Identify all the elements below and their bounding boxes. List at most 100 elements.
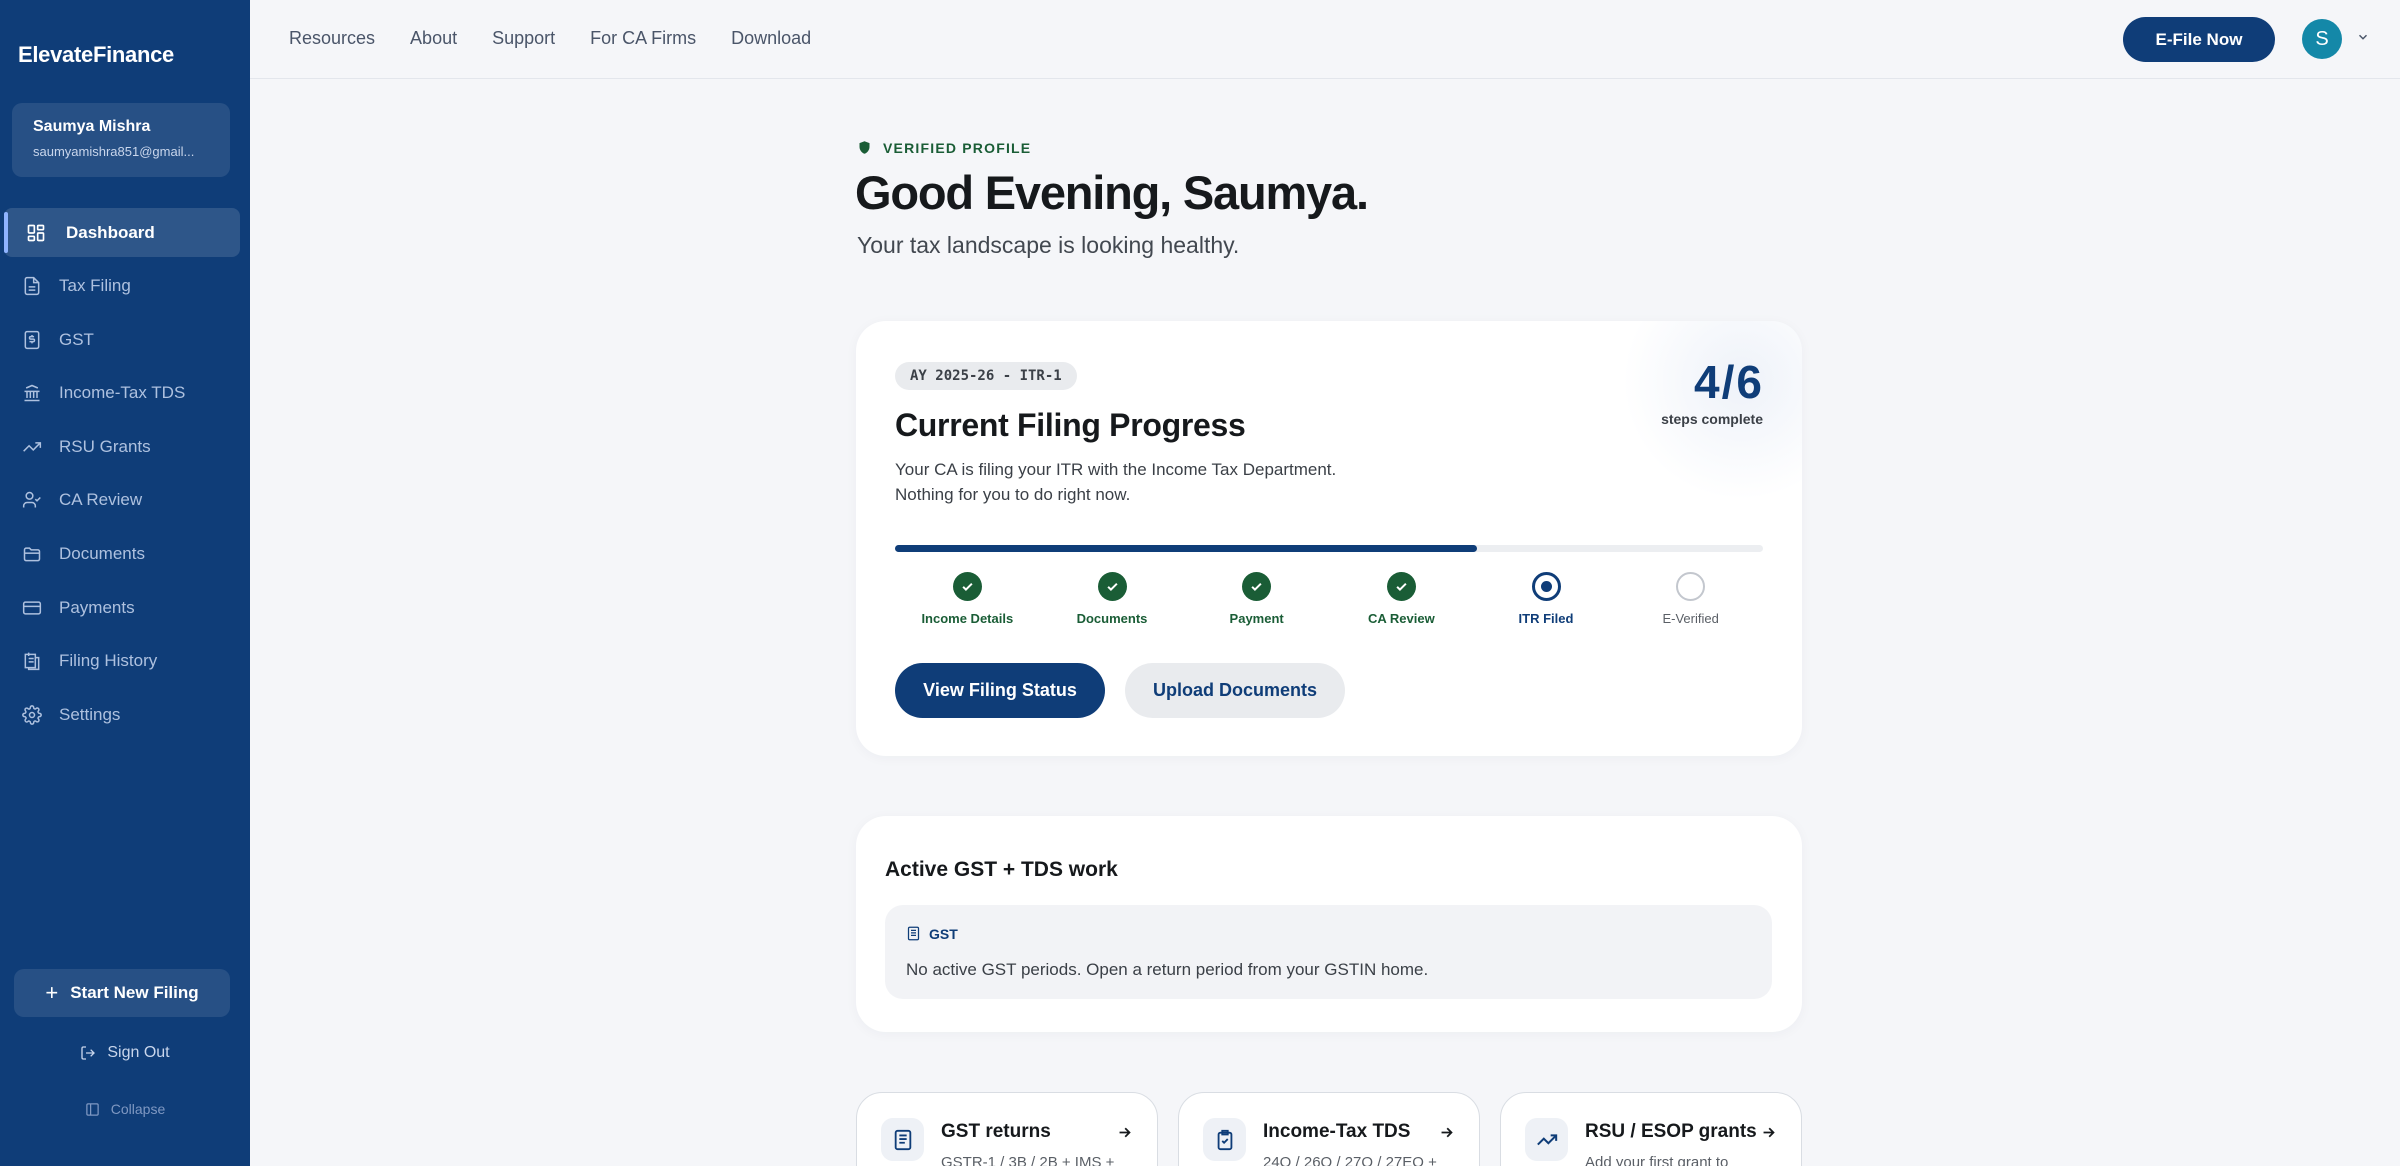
nav-link-about[interactable]: About	[410, 28, 457, 49]
check-icon	[1097, 572, 1127, 601]
sidebar-item-label: Filing History	[59, 651, 158, 671]
collapse-button[interactable]: Collapse	[0, 1101, 250, 1117]
sidebar-item-ca-review[interactable]: CA Review	[4, 476, 240, 525]
nav-link-support[interactable]: Support	[492, 28, 555, 49]
assessment-year-badge: AY 2025-26 - ITR-1	[895, 362, 1077, 390]
arrow-right-icon	[1441, 1127, 1453, 1138]
e-file-now-button[interactable]: E-File Now	[2123, 17, 2275, 62]
steps-count-label: steps complete	[1661, 411, 1763, 427]
folder-icon	[23, 547, 41, 562]
income-tax-tds-card[interactable]: Income-Tax TDS 24Q / 26Q / 27Q / 27EQ +	[1178, 1092, 1480, 1166]
progress-step-label: Payment	[1229, 611, 1284, 626]
progress-step: CA Review	[1341, 572, 1461, 626]
gst-tds-title: Active GST + TDS work	[885, 858, 1118, 881]
gst-empty-message: No active GST periods. Open a return per…	[906, 960, 1429, 979]
arrow-right-icon	[1119, 1127, 1131, 1138]
progress-step: Documents	[1052, 572, 1172, 626]
card-subtitle: Add your first grant to	[1585, 1154, 1729, 1166]
gst-tds-card: Active GST + TDS work GST No active GST …	[856, 816, 1802, 1032]
plus-icon: +	[45, 980, 59, 1005]
sidebar-item-payments[interactable]: Payments	[4, 583, 240, 632]
sidebar-item-label: Dashboard	[66, 222, 155, 242]
gst-tag: GST	[906, 925, 958, 942]
receipt-icon	[24, 330, 40, 349]
gst-returns-card[interactable]: GST returns GSTR-1 / 3B / 2B + IMS +	[856, 1092, 1158, 1166]
check-icon	[1242, 572, 1272, 601]
sidebar-item-label: Tax Filing	[59, 276, 131, 296]
history-icon	[24, 652, 40, 671]
user-name: Saumya Mishra	[33, 118, 151, 135]
user-check-icon	[22, 492, 41, 508]
progress-step-label: Documents	[1076, 611, 1148, 626]
sidebar-item-label: RSU Grants	[59, 436, 151, 456]
document-icon	[24, 277, 40, 296]
log-out-icon	[81, 1046, 96, 1060]
sidebar-item-dashboard[interactable]: Dashboard	[4, 208, 240, 257]
shield-icon	[859, 141, 870, 154]
sidebar-item-tax-filing[interactable]: Tax Filing	[4, 262, 240, 311]
sidebar-item-label: Payments	[59, 597, 135, 617]
clipboard-check-icon	[1203, 1118, 1246, 1161]
trending-up-icon	[23, 441, 42, 452]
progress-step: E-Verified	[1631, 572, 1751, 626]
progress-steps: Income Details Documents Payment CA Review I…	[895, 572, 1763, 632]
filing-progress-card: AY 2025-26 - ITR-1 Current Filing Progre…	[856, 321, 1802, 756]
card-title: RSU / ESOP grants	[1585, 1121, 1757, 1142]
brand-logo[interactable]: ElevateFinance	[18, 42, 174, 68]
sidebar-item-filing-history[interactable]: Filing History	[4, 637, 240, 686]
progress-bar-fill	[895, 545, 1477, 552]
trending-up-icon	[1525, 1118, 1568, 1161]
description-line-2: Nothing for you to do right now.	[895, 485, 1131, 504]
filing-progress-title: Current Filing Progress	[895, 407, 1246, 443]
dashboard-icon	[27, 224, 45, 241]
card-subtitle: 24Q / 26Q / 27Q / 27EQ +	[1263, 1154, 1437, 1166]
progress-step: Income Details	[907, 572, 1027, 626]
sidebar-item-label: GST	[59, 329, 94, 349]
document-icon	[907, 926, 920, 941]
card-subtitle: GSTR-1 / 3B / 2B + IMS +	[941, 1154, 1115, 1166]
card-title: Income-Tax TDS	[1263, 1121, 1411, 1142]
user-card[interactable]: Saumya Mishra saumyamishra851@gmail...	[12, 103, 230, 177]
start-new-filing-button[interactable]: + Start New Filing	[14, 969, 230, 1017]
progress-step: ITR Filed	[1486, 572, 1606, 626]
sidebar-item-rsu-grants[interactable]: RSU Grants	[4, 422, 240, 471]
page-subtitle: Your tax landscape is looking healthy.	[857, 232, 1240, 258]
check-icon	[1386, 572, 1416, 601]
bank-icon	[24, 384, 40, 402]
document-icon	[881, 1118, 924, 1161]
sidebar-item-label: Income-Tax TDS	[59, 383, 186, 403]
description-line-1: Your CA is filing your ITR with the Inco…	[895, 460, 1337, 479]
nav-link-for-ca-firms[interactable]: For CA Firms	[590, 28, 696, 49]
sidebar-item-settings[interactable]: Settings	[4, 690, 240, 739]
page-title: Good Evening, Saumya.	[855, 166, 1369, 219]
sidebar-item-label: Documents	[59, 544, 145, 564]
top-bar: Resources About Support For CA Firms Dow…	[250, 0, 2400, 79]
chevron-down-icon[interactable]	[2356, 30, 2370, 44]
credit-card-icon	[22, 601, 42, 615]
view-filing-status-button[interactable]: View Filing Status	[895, 663, 1105, 718]
nav-link-download[interactable]: Download	[731, 28, 811, 49]
pending-step-icon	[1676, 572, 1706, 601]
sidebar-collapse-icon	[86, 1102, 99, 1116]
verified-label: VERIFIED PROFILE	[883, 139, 1032, 156]
collapse-label: Collapse	[110, 1101, 166, 1117]
gear-icon	[22, 705, 42, 725]
arrow-right-icon	[1763, 1127, 1775, 1138]
top-nav: Resources About Support For CA Firms Dow…	[289, 28, 846, 49]
nav-link-resources[interactable]: Resources	[289, 28, 375, 49]
sidebar-item-gst[interactable]: GST	[4, 315, 240, 364]
progress-step-label: Income Details	[921, 611, 1014, 626]
sidebar-item-income-tax-tds[interactable]: Income-Tax TDS	[4, 369, 240, 418]
progress-bar	[895, 545, 1763, 552]
check-icon	[952, 572, 982, 601]
progress-step-label: ITR Filed	[1518, 611, 1574, 626]
avatar[interactable]: S	[2302, 19, 2342, 59]
sign-out-button[interactable]: Sign Out	[0, 1044, 250, 1062]
current-step-icon	[1531, 572, 1561, 601]
sidebar-item-documents[interactable]: Documents	[4, 530, 240, 579]
filing-progress-description: Your CA is filing your ITR with the Inco…	[895, 457, 1395, 507]
upload-documents-button[interactable]: Upload Documents	[1125, 663, 1345, 718]
rsu-esop-grants-card[interactable]: RSU / ESOP grants Add your first grant t…	[1500, 1092, 1802, 1166]
sidebar-item-label: Settings	[59, 704, 121, 724]
start-new-filing-label: Start New Filing	[70, 983, 199, 1002]
